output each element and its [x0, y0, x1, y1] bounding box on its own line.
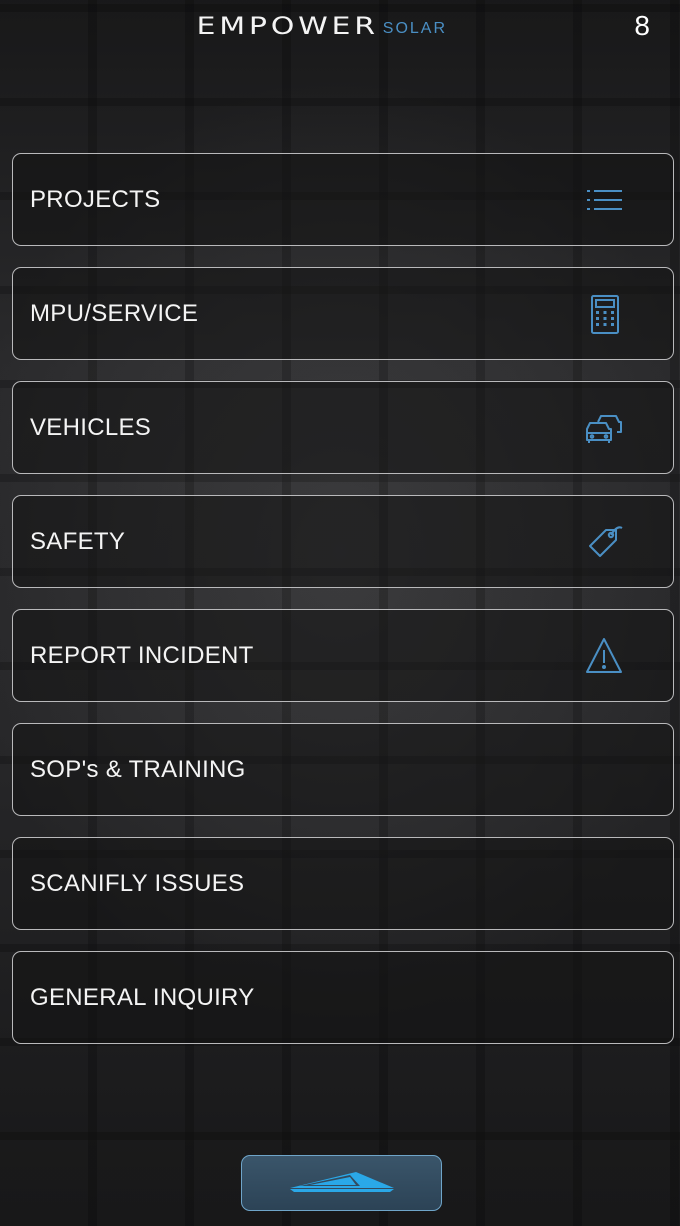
list-icon [581, 177, 627, 223]
warning-icon [581, 633, 627, 679]
empower-solar-logo: EMPOWER SOLAR [0, 12, 680, 40]
home-button[interactable] [241, 1155, 442, 1211]
menu-item-mpu-service[interactable]: MPU/SERVICE [12, 267, 674, 360]
menu-item-sops-training[interactable]: SOP's & TRAINING [12, 723, 674, 816]
main-menu: PROJECTS MPU/SERVICE VEHICLES SAFETY REP… [12, 153, 674, 1065]
menu-item-label: PROJECTS [30, 185, 161, 213]
menu-item-vehicles[interactable]: VEHICLES [12, 381, 674, 474]
menu-item-projects[interactable]: PROJECTS [12, 153, 674, 246]
calculator-icon [581, 291, 627, 337]
logo-subtext: SOLAR [382, 20, 448, 37]
app-header: EMPOWER SOLAR 8 [0, 0, 680, 60]
menu-item-label: REPORT INCIDENT [30, 641, 254, 669]
menu-item-scanifly-issues[interactable]: SCANIFLY ISSUES [12, 837, 674, 930]
logo-wordmark: EMPOWER [196, 12, 379, 40]
menu-item-label: SCANIFLY ISSUES [30, 869, 245, 897]
menu-item-label: SOP's & TRAINING [30, 755, 246, 783]
menu-item-label: VEHICLES [30, 413, 152, 441]
menu-item-report-incident[interactable]: REPORT INCIDENT [12, 609, 674, 702]
cars-icon [581, 405, 627, 451]
tag-icon [581, 519, 627, 565]
menu-item-label: SAFETY [30, 527, 126, 555]
menu-item-general-inquiry[interactable]: GENERAL INQUIRY [12, 951, 674, 1044]
solar-panel-logo-icon [289, 1166, 394, 1201]
menu-item-label: GENERAL INQUIRY [30, 983, 255, 1011]
count-badge: 8 [634, 10, 650, 41]
menu-item-label: MPU/SERVICE [30, 299, 199, 327]
menu-item-safety[interactable]: SAFETY [12, 495, 674, 588]
